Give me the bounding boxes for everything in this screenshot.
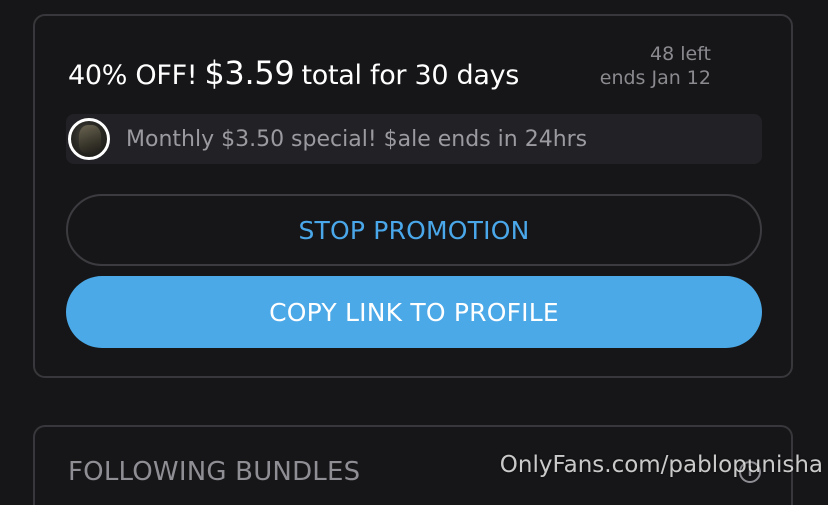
watermark: OnlyFans.com/pablopunisha xyxy=(499,452,823,478)
avatar xyxy=(68,118,110,160)
stop-promotion-button[interactable]: STOP PROMOTION xyxy=(66,194,762,266)
end-date: ends Jan 12 xyxy=(599,67,711,89)
discount-label: 40% OFF! xyxy=(68,60,198,91)
promo-price: $3.59 xyxy=(204,54,295,92)
promotion-headline: 40% OFF! $3.59 total for 30 days xyxy=(68,54,519,92)
promo-duration: total for 30 days xyxy=(301,60,520,91)
promotion-message-text: Monthly $3.50 special! $ale ends in 24hr… xyxy=(126,126,588,152)
avatar-photo xyxy=(79,125,101,153)
copy-link-to-profile-button[interactable]: COPY LINK TO PROFILE xyxy=(66,276,762,348)
promotion-message: Monthly $3.50 special! $ale ends in 24hr… xyxy=(66,114,762,164)
promotion-meta: 48 left ends Jan 12 xyxy=(600,42,711,90)
bundles-title: FOLLOWING BUNDLES xyxy=(68,457,361,487)
remaining-count: 48 left xyxy=(650,43,711,65)
promotion-card: 40% OFF! $3.59 total for 30 days 48 left… xyxy=(33,14,793,378)
